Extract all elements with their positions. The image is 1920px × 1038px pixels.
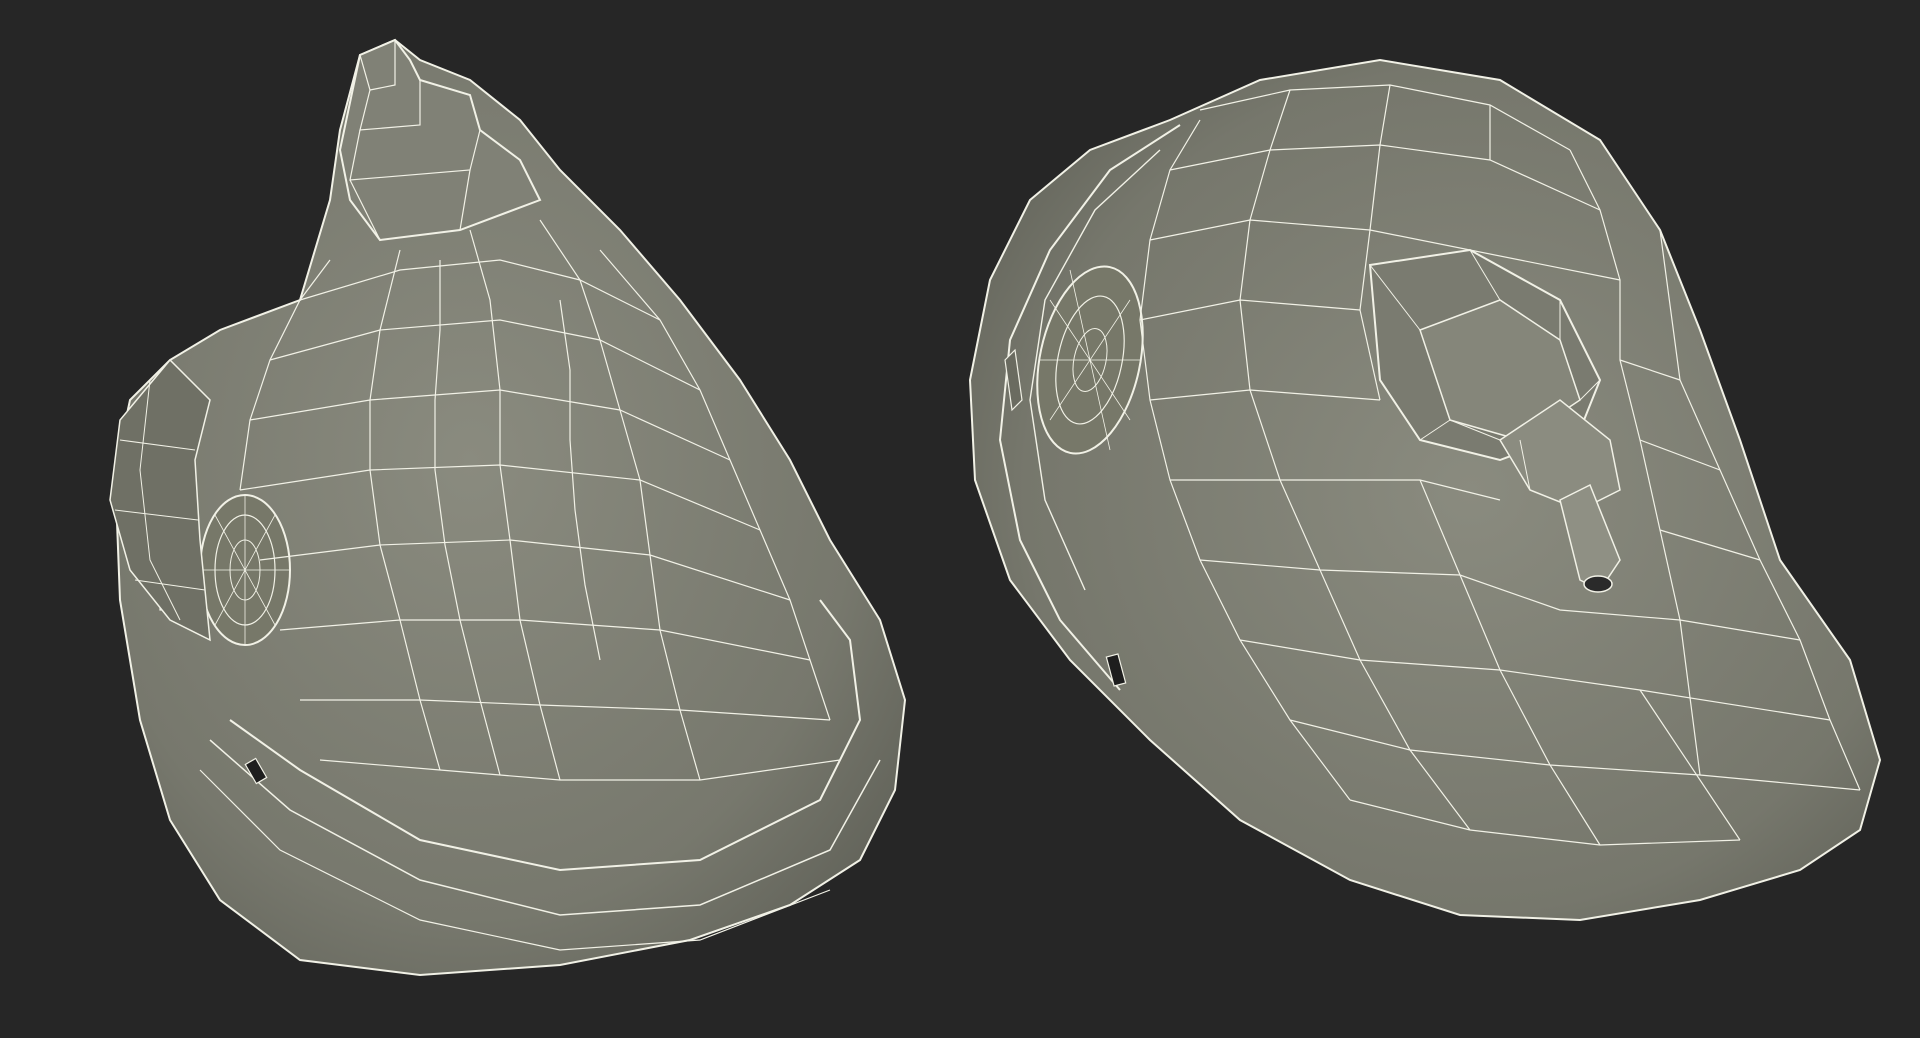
mask-right-outer-shell [968,58,1882,922]
mask-model-left [109,38,907,977]
mask-left-vent-disc [199,494,291,646]
mask-model-right [968,58,1882,922]
wireframe-render-canvas [0,0,1920,1038]
wireframe-render [109,38,1882,977]
